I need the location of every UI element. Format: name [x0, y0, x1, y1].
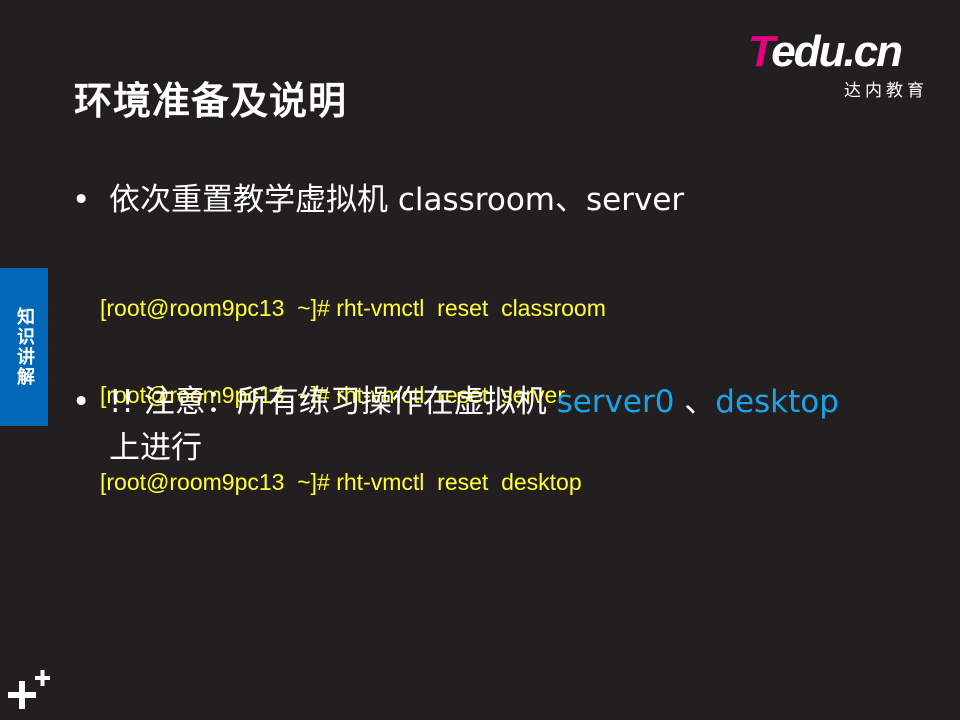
bullet-2-continuation: 上进行 — [109, 430, 202, 466]
bullet-marker: • — [72, 384, 91, 420]
logo-subtitle: 达内教育 — [844, 81, 928, 101]
tedu-logo: Tedu.cn 达内教育 — [748, 27, 928, 102]
command-line: [root@room9pc13 ~]# rht-vmctl reset desk… — [100, 469, 582, 495]
host-desktop: desktop — [715, 384, 839, 420]
bullet-1-text: 依次重置教学虚拟机 classroom、server — [109, 182, 685, 218]
command-line: [root@room9pc13 ~]# rht-vmctl reset clas… — [100, 295, 606, 321]
slide-title: 环境准备及说明 — [74, 79, 348, 123]
bullet-marker: • — [72, 182, 91, 218]
plus-icon — [8, 670, 50, 709]
bullet-2-text: !! 注意：所有练习操作在虚拟机 server0 、desktop — [109, 384, 839, 420]
logo-wordmark: Tedu.cn — [748, 27, 903, 76]
host-server0: server0 — [556, 384, 675, 420]
side-tab: 知识讲解 — [0, 268, 48, 426]
side-tab-label: 知识讲解 — [14, 307, 35, 387]
